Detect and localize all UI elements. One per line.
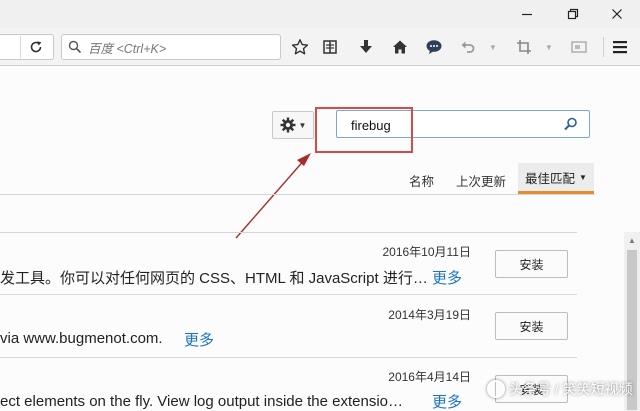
watermark: 头条号 / 笑笑短视频 (487, 379, 633, 399)
menu-button[interactable] (608, 36, 632, 58)
crop-button[interactable] (512, 36, 536, 58)
item-date: 2016年4月14日 (388, 370, 471, 384)
undo-icon (461, 41, 475, 53)
item-date: 2014年3月19日 (388, 308, 471, 322)
search-icon[interactable] (563, 116, 579, 132)
item-date: 2016年10月11日 (382, 245, 471, 259)
screenshot-button[interactable] (567, 36, 591, 58)
reload-icon (30, 41, 41, 53)
item-more-link[interactable]: 更多 (184, 329, 214, 350)
search-placeholder: 百度 <Ctrl+K> (88, 41, 167, 56)
search-icon (68, 40, 82, 54)
list-item: 2014年3月19日 via www.bugmenot.com. 更多 安装 (0, 296, 577, 358)
navigation-toolbar: 百度 <Ctrl+K> ▼ ▼ (0, 28, 640, 66)
minimize-icon (522, 13, 532, 16)
addon-search-input[interactable]: firebug (336, 110, 590, 138)
watermark-logo-icon (487, 380, 505, 398)
window-titlebar (0, 0, 640, 28)
restore-button[interactable] (550, 0, 596, 28)
undo-dropdown[interactable]: ▼ (488, 36, 498, 58)
addon-search-value: firebug (351, 118, 391, 133)
close-icon (612, 9, 622, 19)
crop-dropdown[interactable]: ▼ (544, 36, 554, 58)
chevron-down-icon: ▼ (579, 172, 587, 182)
chat-icon (426, 40, 442, 54)
install-button[interactable]: 安装 (495, 250, 568, 278)
web-search-box[interactable]: 百度 <Ctrl+K> (61, 34, 281, 60)
url-bar[interactable] (0, 34, 54, 60)
item-description: via www.bugmenot.com. (0, 330, 163, 347)
download-icon (360, 40, 372, 53)
restore-icon (567, 8, 579, 20)
reload-button[interactable] (20, 36, 50, 58)
reading-list-icon (323, 40, 337, 54)
downloads-button[interactable] (354, 36, 378, 58)
item-description: ect elements on the fly. View log output… (0, 393, 404, 410)
minimize-button[interactable] (504, 0, 550, 28)
list-item: 2016年10月11日 发工具。你可以对任何网页的 CSS、HTML 和 Jav… (0, 233, 577, 295)
toolbar-separator (603, 37, 604, 57)
divider (0, 194, 595, 195)
bookmark-button[interactable] (288, 36, 312, 58)
undo-button[interactable] (456, 36, 480, 58)
sort-by-last-updated[interactable]: 上次更新 (456, 171, 506, 190)
scroll-up-button[interactable]: ▲ (624, 232, 640, 248)
bookmark-star-icon (291, 39, 309, 55)
item-description: 发工具。你可以对任何网页的 CSS、HTML 和 JavaScript 进行… (0, 270, 428, 287)
menu-icon (613, 41, 627, 54)
sort-by-name[interactable]: 名称 (409, 171, 434, 190)
gear-icon (280, 117, 296, 133)
home-icon (393, 40, 407, 54)
item-more-link[interactable]: 更多 (432, 267, 462, 288)
watermark-text: 头条号 / 笑笑短视频 (509, 381, 633, 397)
chat-button[interactable] (422, 36, 446, 58)
reading-list-button[interactable] (318, 36, 342, 58)
item-more-link[interactable]: 更多 (432, 391, 462, 411)
sort-best-match-label: 最佳匹配 (525, 171, 576, 186)
sort-bar: 名称 上次更新 最佳匹配 ▼ (0, 163, 600, 195)
addons-content: ▼ firebug 名称 上次更新 最佳匹配 ▼ 2016年10月11日 发工具… (0, 67, 640, 411)
home-button[interactable] (388, 36, 412, 58)
install-button[interactable]: 安装 (495, 312, 568, 340)
tools-gear-button[interactable]: ▼ (272, 111, 314, 139)
sort-by-best-match[interactable]: 最佳匹配 ▼ (518, 163, 594, 194)
screenshot-icon (571, 41, 587, 53)
close-button[interactable] (594, 0, 640, 28)
chevron-down-icon: ▼ (298, 120, 307, 130)
crop-icon (517, 40, 531, 54)
